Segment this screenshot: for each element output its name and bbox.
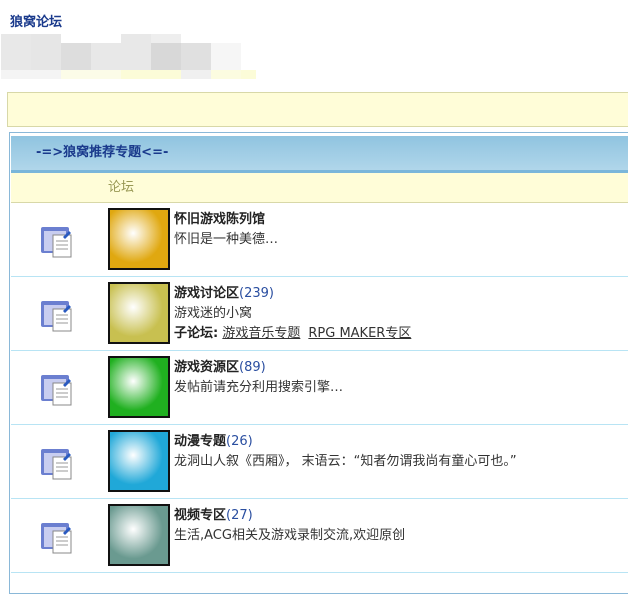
forum-count: (27) <box>226 508 253 523</box>
forum-row: 动漫专题(26) 龙洞山人叙《西厢》， 末语云：“知者勿谓我尚有童心可也。” <box>11 425 628 499</box>
forum-thumbnail[interactable] <box>108 356 170 418</box>
forum-name[interactable]: 怀旧游戏陈列馆 <box>174 212 265 227</box>
forum-description: 龙洞山人叙《西厢》， 末语云：“知者勿谓我尚有童心可也。” <box>174 454 517 469</box>
column-header-forum: 论坛 <box>11 173 628 203</box>
forum-icon <box>41 449 72 480</box>
subforum-label: 子论坛: <box>174 326 219 341</box>
forum-thumbnail[interactable] <box>108 504 170 566</box>
forum-count: (26) <box>226 434 253 449</box>
forum-name[interactable]: 动漫专题 <box>174 434 226 449</box>
forum-description: 发帖前请充分利用搜索引擎… <box>174 380 344 395</box>
forum-table: -=>狼窝推荐专题<=- 论坛 怀旧游戏陈列馆 怀旧是一种美德… 游戏讨论区(2… <box>9 132 628 594</box>
forum-name[interactable]: 游戏讨论区 <box>174 286 239 301</box>
forum-row: 游戏资源区(89) 发帖前请充分利用搜索引擎… <box>11 351 628 425</box>
subforums: 子论坛: 游戏音乐专题 RPG MAKER专区 <box>174 324 419 344</box>
forum-count: (89) <box>239 360 266 375</box>
forum-row: 游戏讨论区(239) 游戏迷的小窝 子论坛: 游戏音乐专题 RPG MAKER专区 <box>11 277 628 351</box>
forum-name[interactable]: 视频专区 <box>174 508 226 523</box>
forum-description: 游戏迷的小窝 <box>174 306 253 321</box>
forum-count: (239) <box>239 286 274 301</box>
subforum-link[interactable]: RPG MAKER专区 <box>308 326 411 341</box>
site-title[interactable]: 狼窝论坛 <box>10 11 62 30</box>
forum-thumbnail[interactable] <box>108 282 170 344</box>
forum-thumbnail[interactable] <box>108 208 170 270</box>
section-header: -=>狼窝推荐专题<=- <box>11 136 628 173</box>
notice-bar <box>7 92 628 127</box>
forum-row: 视频专区(27) 生活,ACG相关及游戏录制交流,欢迎原创 <box>11 499 628 573</box>
forum-icon <box>41 227 72 258</box>
forum-row: 怀旧游戏陈列馆 怀旧是一种美德… <box>11 203 628 277</box>
forum-description: 生活,ACG相关及游戏录制交流,欢迎原创 <box>174 528 406 543</box>
forum-icon <box>41 301 72 332</box>
blurred-content <box>1 34 256 79</box>
subforum-link[interactable]: 游戏音乐专题 <box>222 326 300 341</box>
forum-description: 怀旧是一种美德… <box>174 232 279 247</box>
forum-icon <box>41 523 72 554</box>
forum-icon <box>41 375 72 406</box>
forum-thumbnail[interactable] <box>108 430 170 492</box>
forum-name[interactable]: 游戏资源区 <box>174 360 239 375</box>
